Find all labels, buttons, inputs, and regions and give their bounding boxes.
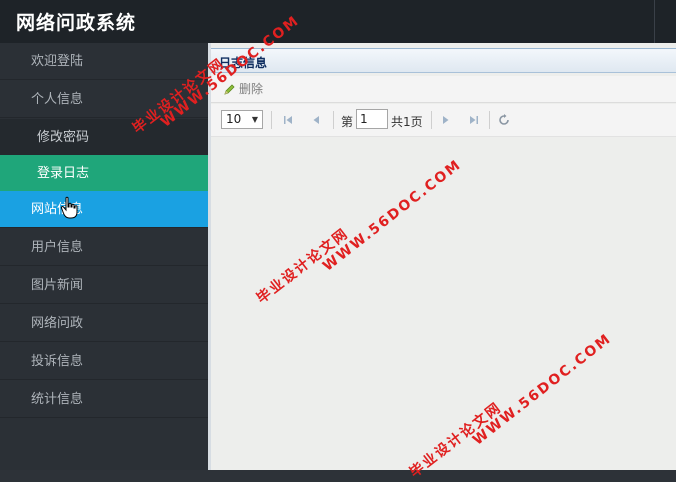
sidebar-item-personal-info[interactable]: 个人信息: [0, 81, 208, 118]
sidebar-item-change-password[interactable]: 修改密码: [0, 119, 208, 156]
first-page-icon[interactable]: [281, 113, 295, 127]
sidebar-item-statistics[interactable]: 统计信息: [0, 381, 208, 418]
delete-button-label: 删除: [239, 82, 264, 96]
refresh-icon[interactable]: [497, 113, 511, 127]
page-prefix-label: 第: [341, 115, 354, 129]
hand-cursor-icon: [60, 196, 78, 219]
page-number-input[interactable]: [356, 109, 388, 129]
prev-page-icon[interactable]: [309, 113, 323, 127]
pager-divider: [431, 111, 432, 129]
page-size-select[interactable]: 10 ▼: [221, 110, 263, 129]
main-content: 日志信息 删除 10 ▼ 第 共1页: [208, 43, 676, 470]
pager: 10 ▼ 第 共1页: [211, 104, 676, 137]
sidebar-item-image-news[interactable]: 图片新闻: [0, 267, 208, 304]
sidebar-item-user-info[interactable]: 用户信息: [0, 229, 208, 266]
sidebar-item-login-log[interactable]: 登录日志: [0, 155, 208, 192]
sidebar-item-welcome[interactable]: 欢迎登陆: [0, 43, 208, 80]
pager-divider: [333, 111, 334, 129]
panel-title: 日志信息: [219, 56, 268, 70]
sidebar-item-complaints[interactable]: 投诉信息: [0, 343, 208, 380]
next-page-icon[interactable]: [439, 113, 453, 127]
pager-divider: [271, 111, 272, 129]
sidebar-item-online-politics[interactable]: 网络问政: [0, 305, 208, 342]
delete-button[interactable]: 删除: [223, 80, 263, 98]
top-bar: 网络问政系统: [0, 0, 676, 43]
panel-header: 日志信息: [211, 48, 676, 73]
page-size-value: 10: [226, 112, 242, 126]
sidebar: 欢迎登陆 个人信息 修改密码 登录日志 网站信息 用户信息 图片新闻 网络问政 …: [0, 43, 208, 470]
toolbar: 删除: [211, 76, 676, 103]
sidebar-item-site-info[interactable]: 网站信息: [0, 191, 208, 228]
top-bar-divider: [654, 0, 655, 43]
last-page-icon[interactable]: [467, 113, 481, 127]
chevron-down-icon: ▼: [251, 115, 258, 124]
page-total-label: 共1页: [391, 115, 423, 129]
pencil-icon: [224, 84, 235, 95]
app-title: 网络问政系统: [16, 12, 137, 34]
pager-divider: [489, 111, 490, 129]
